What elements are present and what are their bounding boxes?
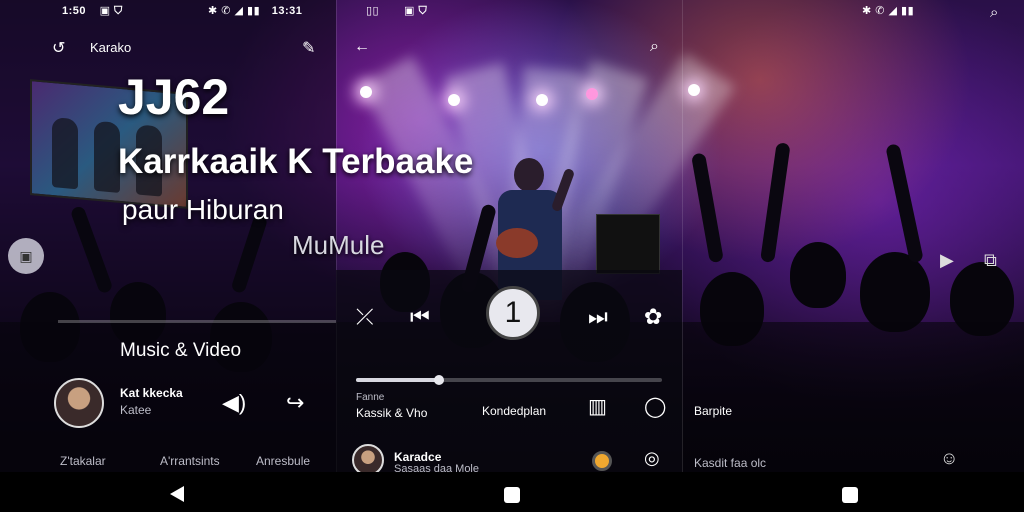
meta-label: Fanne [356,392,385,403]
status-bar-left-right: ✱ ✆ ◢ ▮▮ 13:31 [208,4,302,17]
play-icon[interactable]: ▶ [940,250,954,271]
tab-1[interactable]: Z'takalar [60,454,106,468]
progress-bar[interactable] [356,375,662,385]
status-bar-mid-center: ▣ ⛉ [404,4,427,18]
copy-icon[interactable]: ⧉ [984,250,997,271]
user-name-mid: Karadce [394,450,442,464]
progress-handle[interactable] [433,375,444,385]
right-bottom-text: Kasdit faa olc [694,456,767,470]
nav-back-icon[interactable] [170,486,184,502]
status-icons: ✱ ✆ ◢ ▮▮ [862,5,915,17]
right-label: Barpite [694,404,733,418]
skip-next-icon[interactable]: ⏭ [588,304,608,330]
share-icon[interactable]: ↪ [286,390,304,416]
back-arrow-icon[interactable]: ← [354,38,370,56]
progress-fill [356,378,439,382]
queue-icon[interactable]: ▥ [588,394,607,419]
hero-title: JJ62 [118,69,230,125]
status-time: 13:31 [271,5,303,17]
chat-icon[interactable]: ◯ [644,394,666,419]
brand-label: MuMule [292,230,385,260]
status-icons: ▣ ⛉ [99,5,123,17]
play-count: 1 [504,296,522,329]
bookmark-icon: ▣ [19,247,33,264]
settings-icon[interactable]: ✿ [644,304,662,330]
status-icons: ▯▯ [366,5,380,17]
refresh-icon[interactable]: ◎ [644,448,660,469]
user-subtitle: Katee [120,403,152,417]
nav-recents-icon[interactable] [842,487,858,503]
skip-previous-icon[interactable]: ⏮ [410,304,430,330]
user-avatar[interactable] [54,378,104,428]
status-icons: ▣ ⛉ [404,5,428,17]
search-icon[interactable]: ⌕ [990,4,998,21]
hero-tagline: paur Hiburan [122,194,284,225]
play-button[interactable]: 1 [486,286,540,340]
app-title: Karako [90,40,132,55]
user-name: Kat kkecka [120,386,183,400]
status-bar-left: 1:50 ▣ ⛉ [62,4,123,18]
status-bar-right: ✱ ✆ ◢ ▮▮ [862,4,914,17]
nav-home-icon[interactable] [504,487,520,503]
side-action-button[interactable]: ▣ [8,238,44,274]
panel-divider [682,0,683,472]
hero-subtitle: Karrkaaik K Terbaake [118,142,474,181]
search-icon[interactable]: ⌕ [650,38,659,56]
record-indicator[interactable] [592,451,612,471]
profile-icon[interactable]: ☺ [940,448,958,469]
status-bar-mid: ▯▯ [366,4,379,17]
left-progress-track[interactable] [58,320,336,323]
tab-3[interactable]: Anresbule [256,454,310,468]
tab-2[interactable]: A'rrantsints [160,454,220,468]
edit-icon[interactable]: ✎ [302,38,315,58]
back-gesture-icon[interactable]: ↺ [52,38,65,58]
center-label: Kondedplan [482,404,547,418]
meta-value: Kassik & Vho [356,406,428,420]
volume-icon[interactable]: ◀) [222,390,246,416]
shuffle-icon[interactable]: ⤫ [356,304,374,330]
status-icons: ✱ ✆ ◢ ▮▮ [208,5,261,17]
section-title: Music & Video [120,340,242,361]
status-time: 1:50 [62,5,87,17]
